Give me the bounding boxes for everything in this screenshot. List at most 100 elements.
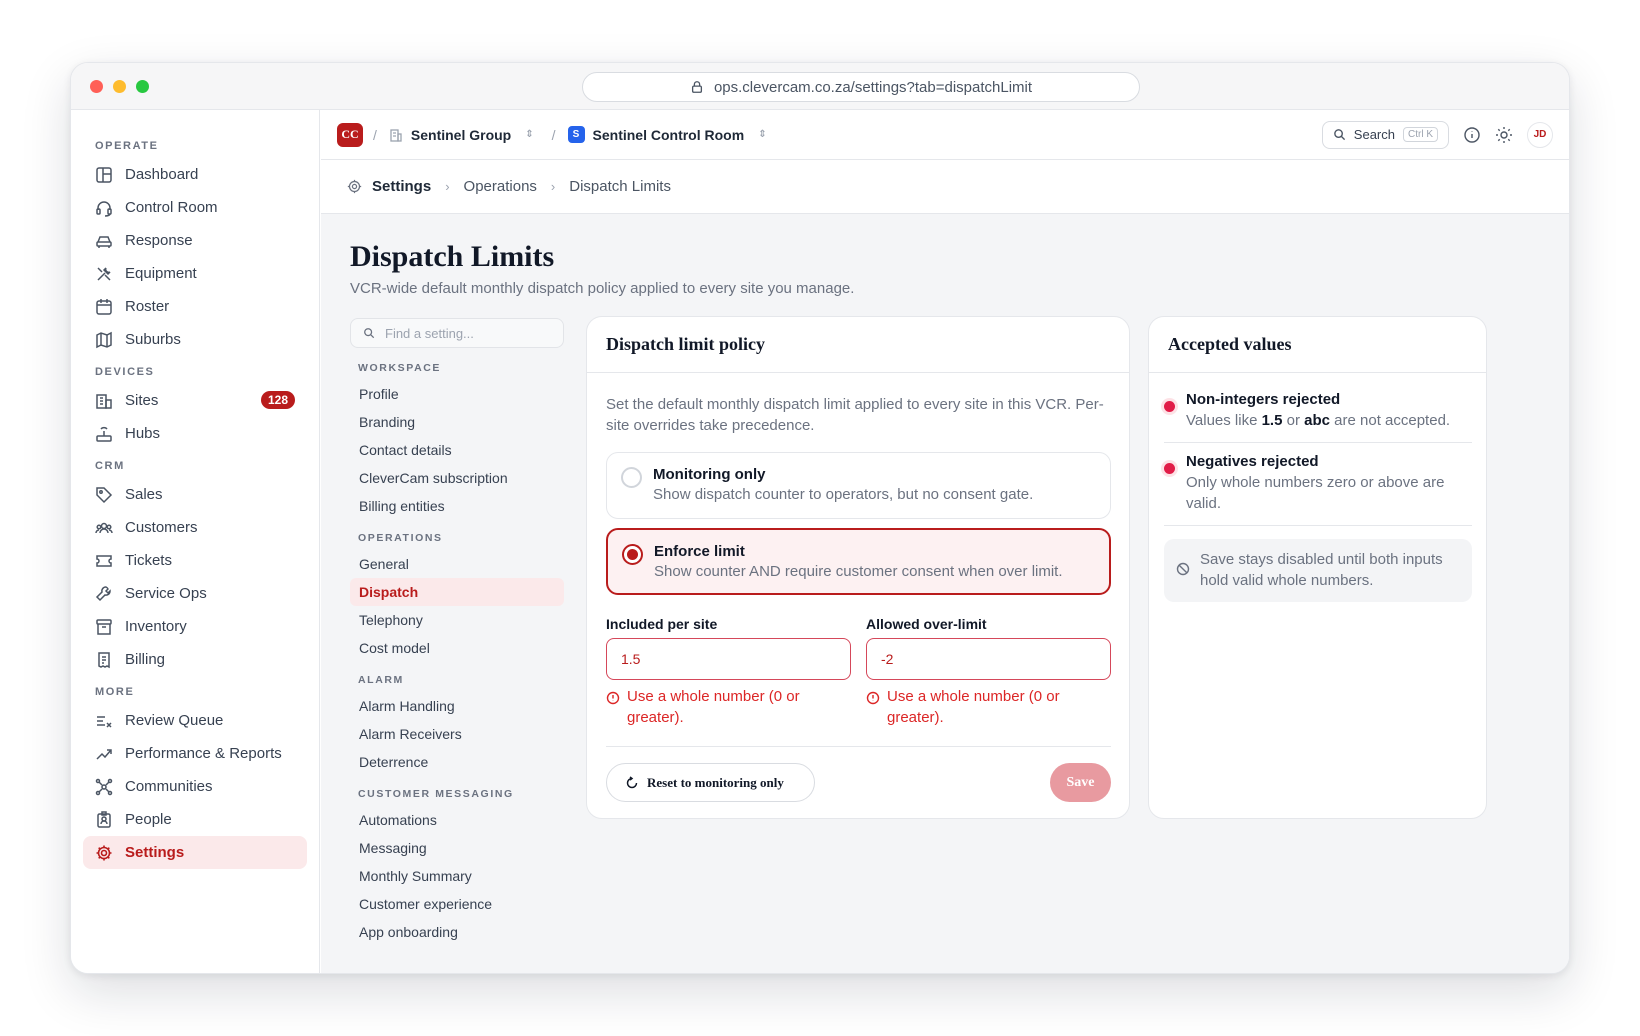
chevron-updown-icon: ⇕ xyxy=(758,129,767,140)
url-text: ops.clevercam.co.za/settings?tab=dispatc… xyxy=(713,78,1033,96)
sidebar-item-hubs[interactable]: Hubs xyxy=(83,417,307,450)
settings-nav-monthly-summary[interactable]: Monthly Summary xyxy=(350,862,564,890)
sidebar-item-customers[interactable]: Customers xyxy=(83,511,307,544)
error-text: Use a whole number (0 or greater). xyxy=(627,688,800,726)
search-shortcut: Ctrl K xyxy=(1403,127,1438,142)
settings-nav-alarm-handling[interactable]: Alarm Handling xyxy=(350,692,564,720)
settings-nav-customer-experience[interactable]: Customer experience xyxy=(350,890,564,918)
layout-icon xyxy=(95,166,113,184)
sidebar-item-label: Tickets xyxy=(125,552,172,569)
brand-logo[interactable]: CC xyxy=(337,122,363,147)
sidebar-item-label: Suburbs xyxy=(125,331,181,348)
sidebar-item-dashboard[interactable]: Dashboard xyxy=(83,158,307,191)
address-bar[interactable]: ops.clevercam.co.za/settings?tab=dispatc… xyxy=(582,72,1140,102)
settings-nav-profile[interactable]: Profile xyxy=(350,380,564,408)
rotate-icon xyxy=(625,775,639,790)
option-monitoring-only[interactable]: Monitoring only Show dispatch counter to… xyxy=(606,452,1111,519)
settings-nav-automations[interactable]: Automations xyxy=(350,806,564,834)
sidebar-section-crm: CRM xyxy=(95,460,125,472)
settings-search-placeholder: Find a setting... xyxy=(385,325,474,341)
status-dot xyxy=(1164,463,1175,474)
building-icon xyxy=(389,128,403,142)
settings-search-input[interactable]: Find a setting... xyxy=(350,318,564,348)
user-avatar[interactable]: JD xyxy=(1527,121,1553,148)
reset-button[interactable]: Reset to monitoring only xyxy=(606,763,815,802)
close-window-button[interactable] xyxy=(90,80,103,93)
breadcrumb-current: Dispatch Limits xyxy=(569,178,671,195)
sidebar-item-label: Sites xyxy=(125,392,159,409)
trend-icon xyxy=(95,745,113,763)
option-title: Monitoring only xyxy=(653,466,766,483)
org-switcher[interactable]: Sentinel Group ⇕ xyxy=(389,127,534,143)
topbar-actions: Search Ctrl K JD xyxy=(1321,120,1569,149)
breadcrumb-separator: / xyxy=(551,126,556,143)
users-icon xyxy=(95,519,113,537)
sidebar-item-roster[interactable]: Roster xyxy=(83,290,307,323)
ban-icon xyxy=(1176,561,1190,576)
search-icon xyxy=(363,327,375,339)
search-button[interactable]: Search Ctrl K xyxy=(1321,120,1449,149)
sidebar-item-equipment[interactable]: Equipment xyxy=(83,257,307,290)
sidebar-item-sites[interactable]: Sites 128 xyxy=(83,384,307,417)
included-per-site-input[interactable]: 1.5 xyxy=(606,638,851,680)
sidebar-item-billing[interactable]: Billing xyxy=(83,643,307,676)
settings-nav-telephony[interactable]: Telephony xyxy=(350,606,564,634)
id-badge-icon xyxy=(95,810,113,829)
settings-nav-messaging[interactable]: Messaging xyxy=(350,834,564,862)
settings-nav-general[interactable]: General xyxy=(350,550,564,578)
sidebar-section-devices: DEVICES xyxy=(95,366,155,378)
sidebar-item-performance[interactable]: Performance & Reports xyxy=(83,737,307,770)
top-bar: CC / Sentinel Group ⇕ / S Sentinel Contr… xyxy=(321,110,1569,160)
sidebar-item-settings[interactable]: Settings xyxy=(83,836,307,869)
minimize-window-button[interactable] xyxy=(113,80,126,93)
settings-nav-section-operations: OPERATIONS xyxy=(358,532,443,544)
browser-titlebar: ops.clevercam.co.za/settings?tab=dispatc… xyxy=(71,63,1569,110)
sidebar-item-communities[interactable]: Communities xyxy=(83,770,307,803)
wrench-icon xyxy=(95,585,113,603)
sidebar-item-people[interactable]: People xyxy=(83,803,307,836)
chevron-right-icon: › xyxy=(550,179,556,194)
settings-nav-billing-entities[interactable]: Billing entities xyxy=(350,492,564,520)
room-switcher[interactable]: S Sentinel Control Room ⇕ xyxy=(567,126,767,143)
breadcrumb-operations[interactable]: Operations xyxy=(464,178,537,195)
breadcrumb-settings[interactable]: Settings xyxy=(372,178,431,195)
divider xyxy=(1164,442,1472,443)
sidebar-item-service-ops[interactable]: Service Ops xyxy=(83,577,307,610)
sidebar-item-sales[interactable]: Sales xyxy=(83,478,307,511)
settings-nav-subscription[interactable]: CleverCam subscription xyxy=(350,464,564,492)
settings-nav-branding[interactable]: Branding xyxy=(350,408,564,436)
allowed-over-limit-error: Use a whole number (0 or greater). xyxy=(866,686,1086,728)
save-button[interactable]: Save xyxy=(1050,763,1111,802)
maximize-window-button[interactable] xyxy=(136,80,149,93)
breadcrumb-separator: / xyxy=(373,126,377,143)
allowed-over-limit-input[interactable]: -2 xyxy=(866,638,1111,680)
sidebar-section-operate: OPERATE xyxy=(95,140,159,152)
sidebar-item-suburbs[interactable]: Suburbs xyxy=(83,323,307,356)
dispatch-policy-card: Dispatch limit policy Set the default mo… xyxy=(586,316,1130,819)
settings-nav-contact-details[interactable]: Contact details xyxy=(350,436,564,464)
sidebar-item-review-queue[interactable]: Review Queue xyxy=(83,704,307,737)
sidebar-item-response[interactable]: Response xyxy=(83,224,307,257)
breadcrumb: Settings › Operations › Dispatch Limits xyxy=(321,160,1569,214)
settings-nav-cost-model[interactable]: Cost model xyxy=(350,634,564,662)
info-icon[interactable] xyxy=(1463,126,1481,144)
sidebar-item-control-room[interactable]: Control Room xyxy=(83,191,307,224)
sidebar-item-label: Roster xyxy=(125,298,170,315)
note-text: Save stays disabled until both inputs ho… xyxy=(1200,551,1443,589)
settings-nav-alarm-receivers[interactable]: Alarm Receivers xyxy=(350,720,564,748)
radio-monitoring-only[interactable] xyxy=(621,467,642,488)
option-enforce-limit[interactable]: Enforce limit Show counter AND require c… xyxy=(606,528,1111,595)
sidebar-item-tickets[interactable]: Tickets xyxy=(83,544,307,577)
chevron-right-icon: › xyxy=(445,179,450,194)
calendar-icon xyxy=(95,298,113,316)
settings-nav-deterrence[interactable]: Deterrence xyxy=(350,748,564,776)
sidebar-item-inventory[interactable]: Inventory xyxy=(83,610,307,643)
radio-enforce-limit[interactable] xyxy=(622,544,643,565)
allowed-over-limit-label: Allowed over-limit xyxy=(866,616,987,632)
settings-nav-dispatch[interactable]: Dispatch xyxy=(350,578,564,606)
settings-nav-section-customer-messaging: CUSTOMER MESSAGING xyxy=(358,788,514,800)
settings-nav-app-onboarding[interactable]: App onboarding xyxy=(350,918,564,946)
included-per-site-error: Use a whole number (0 or greater). xyxy=(606,686,826,728)
ticket-icon xyxy=(95,552,113,570)
sun-icon[interactable] xyxy=(1495,126,1513,144)
